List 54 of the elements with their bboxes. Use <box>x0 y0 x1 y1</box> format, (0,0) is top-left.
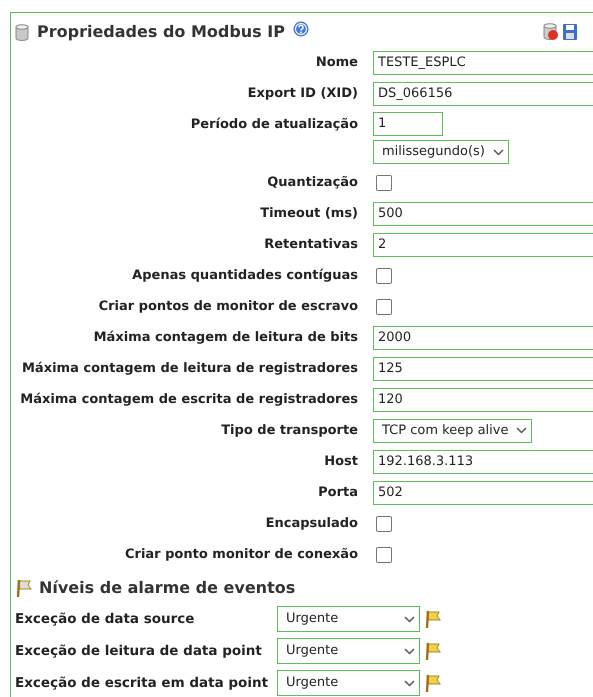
text-field[interactable]: 1 <box>373 112 443 136</box>
field-label: Exceção de leitura de data point <box>15 642 263 661</box>
text-field[interactable]: 502 <box>373 480 593 504</box>
caret-icon <box>404 680 415 686</box>
flag-icon <box>15 578 35 598</box>
flag-icon <box>424 641 444 661</box>
help-icon[interactable] <box>292 21 309 37</box>
caret-icon <box>492 148 504 156</box>
field-label: Quantização <box>266 174 359 192</box>
field-label: Nome <box>314 54 359 72</box>
panel-title: Propriedades do Modbus IP <box>37 21 285 43</box>
save-icon[interactable] <box>562 23 578 41</box>
select-field[interactable]: TCP com keep alive <box>373 418 532 442</box>
text-field[interactable]: 2000 <box>373 326 593 350</box>
field-label: Encapsulado <box>264 514 359 533</box>
checkbox[interactable] <box>376 268 392 284</box>
caret-icon <box>404 648 415 654</box>
text-field[interactable]: 2 <box>373 232 593 256</box>
field-label: Criar ponto monitor de conexão <box>124 546 359 564</box>
field-label: Máxima contagem de escrita de registradores <box>19 390 359 409</box>
flag-icon <box>424 673 444 693</box>
caret-icon <box>404 616 415 622</box>
field-label: Export ID (XID) <box>246 84 359 103</box>
text-field[interactable]: TESTE_ESPLC <box>373 50 593 74</box>
text-field[interactable]: 120 <box>373 388 593 412</box>
text-field[interactable]: DS_066156 <box>373 82 593 106</box>
checkbox[interactable] <box>376 174 392 190</box>
field-label: Período de atualização <box>190 116 359 134</box>
text-field[interactable]: 500 <box>373 202 593 226</box>
select-field[interactable]: milissegundo(s) <box>373 140 509 164</box>
database-delete-icon[interactable] <box>543 23 559 41</box>
field-label: Retentativas <box>263 236 359 254</box>
field-label: Exceção de data source <box>15 610 196 629</box>
field-label: Timeout (ms) <box>259 204 359 223</box>
select-field[interactable]: Urgente <box>277 638 420 664</box>
text-field[interactable]: 125 <box>373 356 593 380</box>
field-label: Porta <box>317 484 359 502</box>
field-label: Criar pontos de monitor de escravo <box>98 298 359 316</box>
checkbox[interactable] <box>376 546 392 562</box>
checkbox[interactable] <box>376 298 392 314</box>
field-label: Host <box>323 452 359 471</box>
field-label: Tipo de transporte <box>220 422 359 440</box>
section-title: Níveis de alarme de eventos <box>39 577 296 599</box>
select-field[interactable]: Urgente <box>277 670 420 696</box>
text-field[interactable]: 192.168.3.113 <box>373 450 593 474</box>
flag-icon <box>424 609 444 629</box>
caret-icon <box>516 427 528 434</box>
database-icon <box>15 24 29 40</box>
field-label: Apenas quantidades contíguas <box>131 266 359 285</box>
select-field[interactable]: Urgente <box>277 606 420 632</box>
field-label: Exceção de escrita em data point <box>15 674 270 693</box>
field-label: Máxima contagem de leitura de registradores <box>20 360 359 378</box>
checkbox[interactable] <box>376 516 392 532</box>
field-label: Máxima contagem de leitura de bits <box>92 328 359 347</box>
